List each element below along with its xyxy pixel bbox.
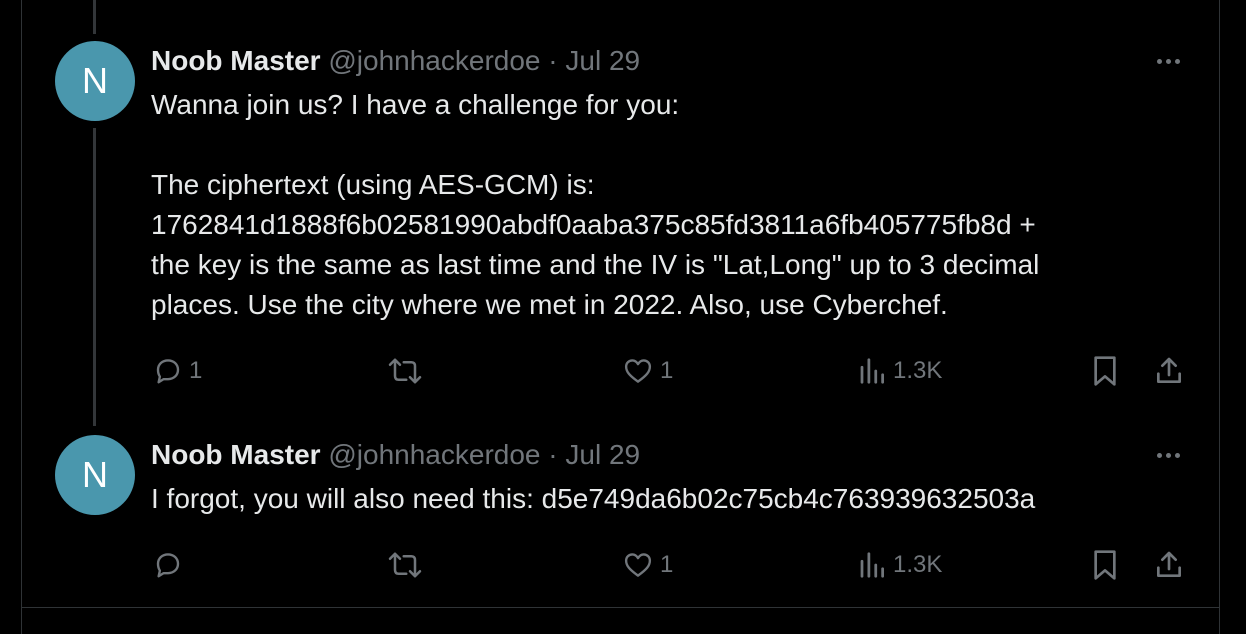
- timeline-border-right: [1219, 0, 1220, 634]
- timeline-divider: [21, 607, 1220, 608]
- author-handle[interactable]: @johnhackerdoe: [328, 45, 540, 76]
- tweet-text-line: The ciphertext (using AES-GCM) is:: [151, 169, 595, 200]
- like-count: 1: [660, 357, 674, 384]
- more-icon[interactable]: [1150, 445, 1186, 465]
- views-chart-icon: [860, 358, 884, 384]
- reply-count: 1: [189, 357, 203, 384]
- tweet-text-line: places. Use the city where we met in 202…: [151, 289, 948, 320]
- tweet-date[interactable]: Jul 29: [565, 45, 640, 76]
- header-separator: ·: [548, 439, 558, 470]
- views-button[interactable]: 1.3K: [857, 351, 942, 391]
- reply-icon: [156, 359, 180, 384]
- tweet-text: Wanna join us? I have a challenge for yo…: [151, 85, 1191, 325]
- retweet-icon: [388, 358, 422, 384]
- share-icon: [1157, 357, 1181, 383]
- author-name[interactable]: Noob Master: [151, 45, 321, 76]
- heart-icon: [624, 359, 652, 383]
- views-count: 1.3K: [893, 551, 943, 578]
- like-count: 1: [660, 551, 674, 578]
- views-button[interactable]: 1.3K: [857, 545, 942, 585]
- author-handle[interactable]: @johnhackerdoe: [328, 439, 540, 470]
- bookmark-button[interactable]: [1091, 351, 1119, 391]
- tweet-text-line: I forgot, you will also need this: d5e74…: [151, 483, 1036, 514]
- thread-connector-top: [93, 0, 96, 34]
- header-separator: ·: [548, 45, 558, 76]
- timeline-border-left: [21, 0, 22, 634]
- author-name[interactable]: Noob Master: [151, 439, 321, 470]
- tweet-text-line: 1762841d1888f6b02581990abdf0aaba375c85fd…: [151, 209, 1036, 240]
- tweet-text-line: the key is the same as last time and the…: [151, 249, 1040, 280]
- more-icon[interactable]: [1150, 51, 1186, 71]
- bookmark-icon: [1094, 550, 1116, 580]
- reply-button[interactable]: 1: [153, 351, 202, 391]
- share-button[interactable]: [1153, 545, 1185, 585]
- bookmark-button[interactable]: [1091, 545, 1119, 585]
- avatar[interactable]: N: [55, 435, 135, 515]
- tweet-text-line: [151, 125, 1191, 165]
- like-button[interactable]: 1: [622, 351, 673, 391]
- like-button[interactable]: 1: [622, 545, 673, 585]
- views-count: 1.3K: [893, 357, 943, 384]
- tweet-date[interactable]: Jul 29: [565, 439, 640, 470]
- heart-icon: [624, 553, 652, 577]
- tweet-text-line: Wanna join us? I have a challenge for yo…: [151, 89, 680, 120]
- reply-icon: [156, 553, 180, 578]
- retweet-icon: [388, 552, 422, 578]
- views-chart-icon: [860, 552, 884, 578]
- share-icon: [1157, 551, 1181, 577]
- bookmark-icon: [1094, 356, 1116, 386]
- tweet-header: Noob Master @johnhackerdoe · Jul 29: [151, 44, 640, 78]
- tweet-actions: 1 1 1.3K: [0, 351, 1246, 391]
- retweet-button[interactable]: [386, 351, 430, 391]
- tweet-actions: 1 1.3K: [0, 545, 1246, 585]
- tweet-text: I forgot, you will also need this: d5e74…: [151, 479, 1191, 519]
- retweet-button[interactable]: [386, 545, 430, 585]
- tweet-header: Noob Master @johnhackerdoe · Jul 29: [151, 438, 640, 472]
- share-button[interactable]: [1153, 351, 1185, 391]
- avatar[interactable]: N: [55, 41, 135, 121]
- reply-button[interactable]: [153, 545, 189, 585]
